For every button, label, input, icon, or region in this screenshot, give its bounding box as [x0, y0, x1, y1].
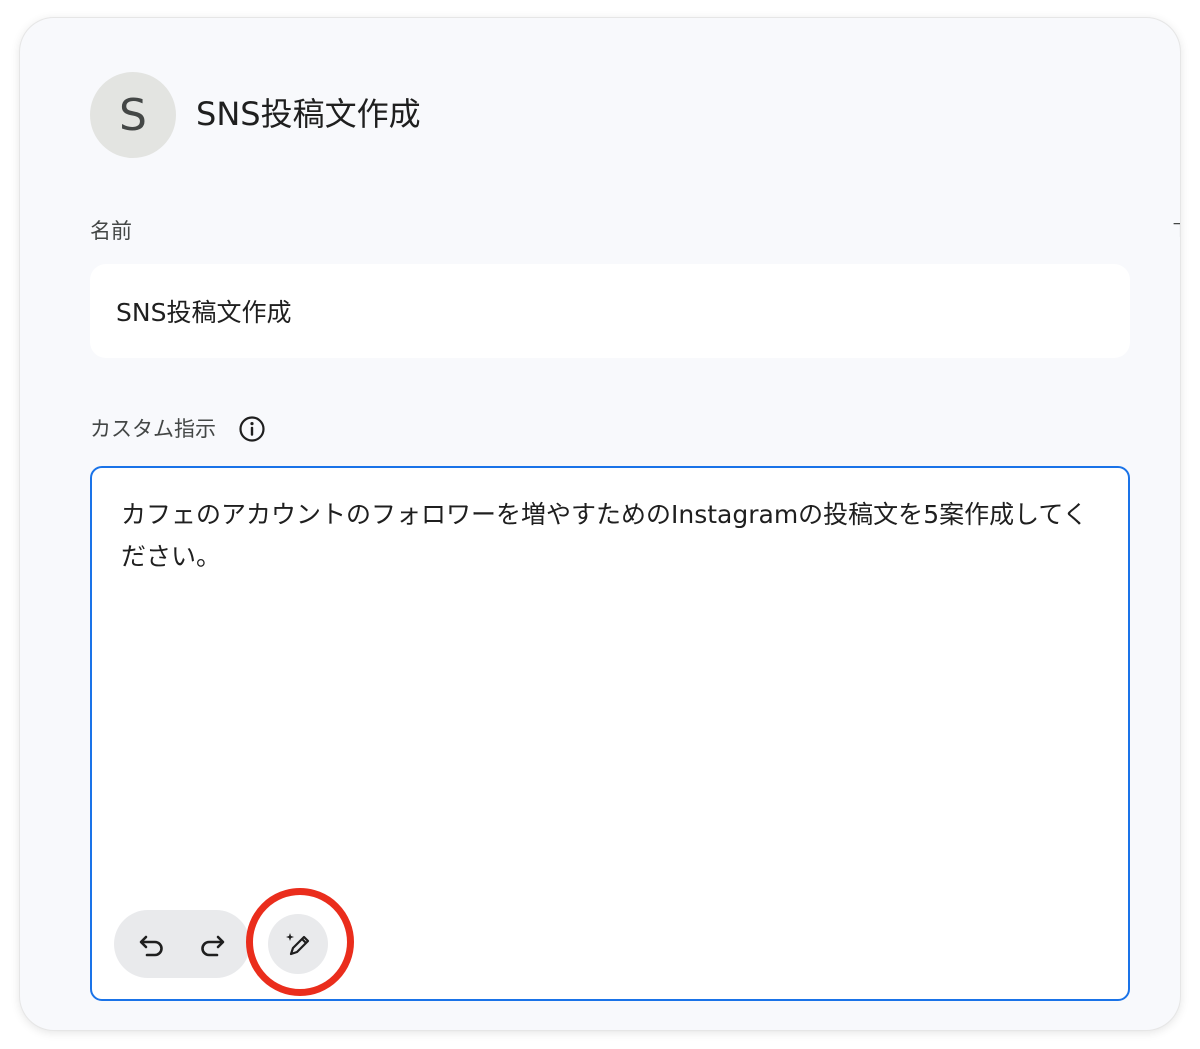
gem-editor-panel: S SNS投稿文作成 ⊤ 名前 SNS投稿文作成 カスタム指示 カフェのアカウン… — [20, 18, 1180, 1030]
editor-toolbar — [114, 888, 354, 996]
clipped-right-label: ⊤ — [1172, 218, 1180, 248]
instructions-label: カスタム指示 — [90, 417, 216, 441]
custom-instructions-text: カフェのアカウントのフォロワーを増やすためのInstagramの投稿文を5案作成… — [121, 500, 1088, 571]
custom-instructions-textarea[interactable]: カフェのアカウントのフォロワーを増やすためのInstagramの投稿文を5案作成… — [90, 466, 1130, 1001]
magic-edit-icon — [286, 933, 310, 956]
name-label: 名前 — [90, 219, 132, 243]
instructions-label-row: カスタム指示 — [90, 414, 266, 444]
info-icon[interactable] — [238, 415, 266, 443]
undo-button[interactable] — [128, 920, 176, 968]
undo-redo-group — [114, 910, 250, 978]
redo-icon — [201, 935, 225, 957]
redo-button[interactable] — [188, 920, 236, 968]
undo-icon — [139, 935, 163, 957]
name-field-value: SNS投稿文作成 — [116, 298, 292, 327]
avatar-letter: S — [119, 89, 147, 141]
avatar: S — [90, 72, 176, 158]
magic-edit-button[interactable] — [268, 914, 328, 974]
page-title: SNS投稿文作成 — [196, 95, 421, 133]
name-field[interactable]: SNS投稿文作成 — [90, 264, 1130, 358]
magic-edit-wrapper — [246, 888, 354, 996]
